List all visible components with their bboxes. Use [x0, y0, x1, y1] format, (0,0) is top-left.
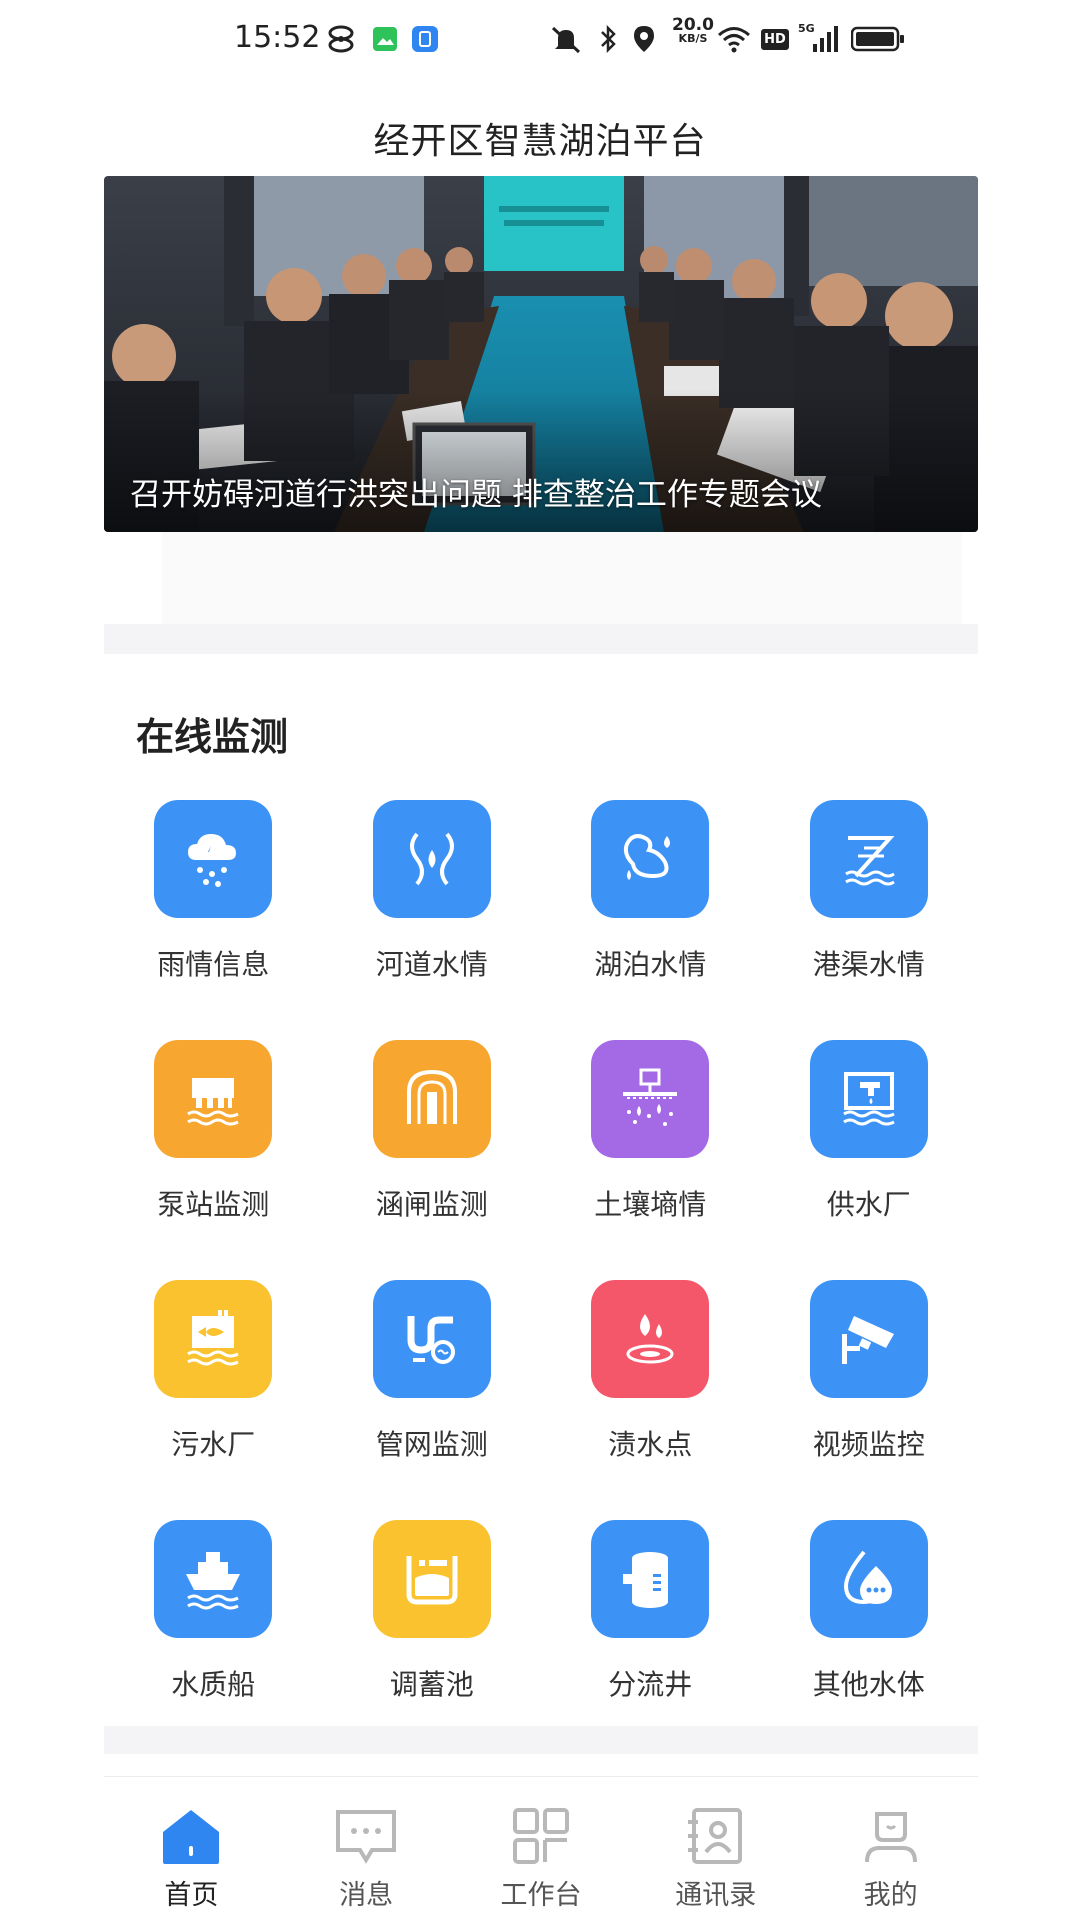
tile-quality-boat[interactable]: 水质船 [104, 1520, 323, 1702]
nav-label: 首页 [164, 1880, 219, 1911]
tile-video-surveillance[interactable]: 视频监控 [760, 1280, 979, 1462]
tile-label: 湖泊水情 [594, 948, 707, 981]
mute-icon [548, 22, 584, 56]
tile-label: 港渠水情 [812, 948, 925, 981]
tile-lake-water[interactable]: 湖泊水情 [541, 800, 760, 982]
tile-label: 污水厂 [171, 1428, 256, 1461]
nav-profile[interactable]: 我的 [803, 1777, 978, 1921]
tile-label: 其他水体 [812, 1668, 925, 1701]
tile-label: 河道水情 [375, 948, 488, 981]
pump-station-icon [154, 1040, 273, 1158]
bluetooth-icon [596, 22, 620, 56]
nav-label: 消息 [339, 1880, 394, 1911]
news-banner[interactable]: 召开妨碍河道行洪突出问题 排查整治工作专题会议 [104, 176, 978, 532]
status-time: 15:52 [234, 20, 321, 55]
tile-label: 分流井 [608, 1668, 693, 1701]
nav-label: 通讯录 [675, 1880, 757, 1911]
tile-label: 水质船 [171, 1668, 256, 1701]
camera-icon [809, 1280, 928, 1398]
waterlogging-icon [591, 1280, 710, 1398]
canal-icon [809, 800, 928, 918]
message-icon [333, 1803, 399, 1869]
home-icon [158, 1803, 224, 1869]
lake-icon [591, 800, 710, 918]
gallery-notification-icon [368, 22, 402, 56]
tile-other-water[interactable]: 其他水体 [760, 1520, 979, 1702]
tile-water-supply[interactable]: 供水厂 [760, 1040, 979, 1222]
monitoring-grid: 雨情信息 河道水情 湖泊水情 港渠水情 泵站监测 涵闸监测 土壤墒情 供水厂 污… [104, 800, 978, 1702]
tile-label: 雨情信息 [157, 948, 270, 981]
tile-sluice[interactable]: 涵闸监测 [323, 1040, 542, 1222]
hd-icon: HD [760, 22, 790, 56]
page-title: 经开区智慧湖泊平台 [373, 121, 707, 162]
nav-home[interactable]: 首页 [104, 1777, 279, 1921]
section-title-online-monitoring: 在线监测 [136, 715, 289, 759]
water-drop-icon [809, 1520, 928, 1638]
tile-soil-moisture[interactable]: 土壤墒情 [541, 1040, 760, 1222]
storage-tank-icon [372, 1520, 491, 1638]
tile-label: 土壤墒情 [594, 1188, 707, 1221]
banner-footer-area [162, 532, 962, 624]
river-icon [372, 800, 491, 918]
nav-contacts[interactable]: 通讯录 [628, 1777, 803, 1921]
tile-label: 视频监控 [812, 1428, 925, 1461]
workbench-icon [508, 1803, 574, 1869]
profile-icon [858, 1803, 924, 1869]
boat-icon [154, 1520, 273, 1638]
location-icon [630, 22, 658, 56]
nav-label: 工作台 [500, 1880, 582, 1911]
banner-caption: 召开妨碍河道行洪突出问题 排查整治工作专题会议 [130, 477, 822, 513]
tile-waterlogging[interactable]: 渍水点 [541, 1280, 760, 1462]
tile-pipe-network[interactable]: 管网监测 [323, 1280, 542, 1462]
section-divider-top [104, 624, 978, 654]
tile-sewage-plant[interactable]: 污水厂 [104, 1280, 323, 1462]
soil-moisture-icon [591, 1040, 710, 1158]
tile-label: 调蓄池 [389, 1668, 474, 1701]
app-badge-icon [408, 22, 442, 56]
nav-workbench[interactable]: 工作台 [454, 1777, 629, 1921]
diversion-well-icon [591, 1520, 710, 1638]
sewage-plant-icon [154, 1280, 273, 1398]
sluice-icon [372, 1040, 491, 1158]
tile-label: 渍水点 [608, 1428, 693, 1461]
signal-icon: 5G [798, 22, 840, 56]
tile-storage-tank[interactable]: 调蓄池 [323, 1520, 542, 1702]
bottom-navigation: 首页 消息 工作台 通讯录 我的 [104, 1776, 978, 1921]
tile-pump-station[interactable]: 泵站监测 [104, 1040, 323, 1222]
tile-label: 涵闸监测 [375, 1188, 488, 1221]
battery-icon [850, 22, 906, 56]
water-supply-icon [809, 1040, 928, 1158]
wifi-icon [716, 22, 752, 56]
tile-canal-water[interactable]: 港渠水情 [760, 800, 979, 982]
status-bar: 15:52 20.0 KB/S HD 5G [0, 0, 1080, 80]
app-notification-icon [324, 22, 358, 56]
tile-rain-info[interactable]: 雨情信息 [104, 800, 323, 982]
tile-river-water[interactable]: 河道水情 [323, 800, 542, 982]
tile-label: 管网监测 [375, 1428, 488, 1461]
contacts-icon [683, 1803, 749, 1869]
network-speed: 20.0 KB/S [672, 15, 714, 46]
pipe-network-icon [372, 1280, 491, 1398]
nav-label: 我的 [863, 1880, 918, 1911]
section-divider-bottom [104, 1726, 978, 1754]
nav-messages[interactable]: 消息 [279, 1777, 454, 1921]
rain-cloud-icon [154, 800, 273, 918]
tile-label: 泵站监测 [157, 1188, 270, 1221]
tile-label: 供水厂 [826, 1188, 911, 1221]
tile-diversion-well[interactable]: 分流井 [541, 1520, 760, 1702]
